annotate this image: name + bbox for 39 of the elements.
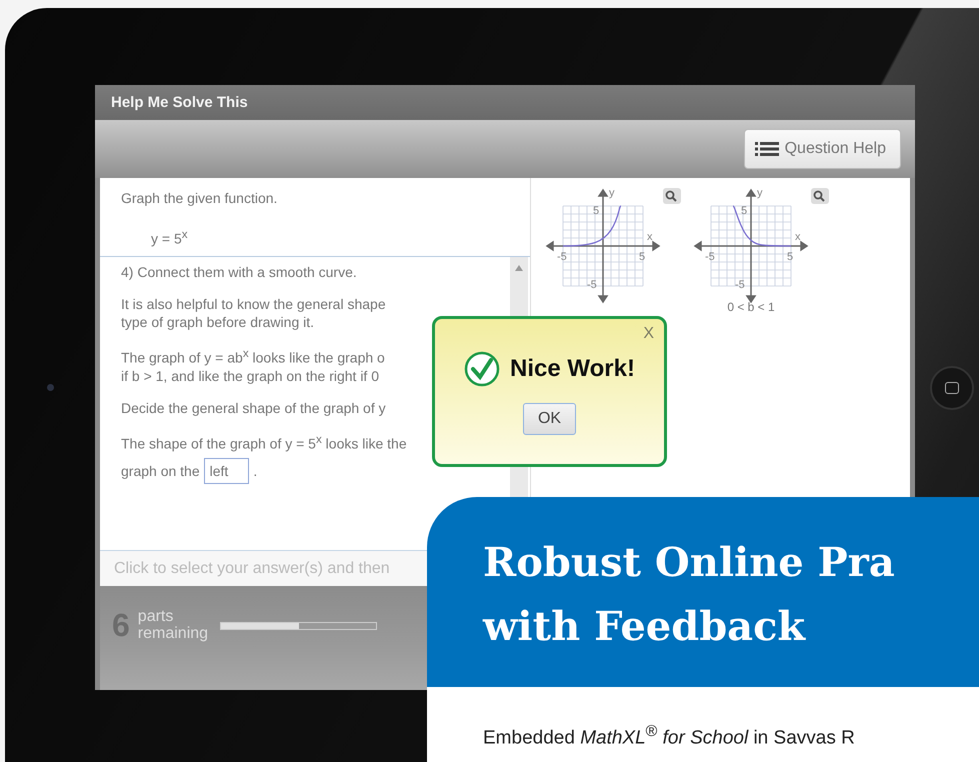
home-button[interactable] bbox=[930, 366, 974, 410]
tick-label: -5 bbox=[735, 279, 745, 291]
question-prompt: Graph the given function. bbox=[121, 190, 278, 206]
tick-label: 5 bbox=[593, 205, 600, 217]
feedback-message: Nice Work! bbox=[510, 355, 635, 383]
axis-label: y bbox=[609, 187, 614, 199]
axis-label: y bbox=[757, 187, 762, 199]
magnifier-icon[interactable] bbox=[811, 188, 829, 204]
help-paragraph: It is also helpful to know the general shape type of graph before drawing it. bbox=[121, 295, 386, 331]
equation: y = 5$^{x}$ bbox=[151, 228, 189, 247]
tick-label: 5 bbox=[787, 251, 794, 263]
help-paragraph: The graph of y = ab$^{x}$ looks like the graph o if b > 1, and like the graph on the right if 0 bbox=[121, 346, 385, 385]
checkmark-icon bbox=[464, 351, 500, 387]
answer-sentence: The shape of the graph of y = 5$^{x}$ looks like the bbox=[121, 432, 407, 452]
close-button[interactable]: X bbox=[643, 325, 654, 343]
ok-button[interactable]: OK bbox=[522, 403, 576, 435]
question-help-button[interactable]: Question Help bbox=[744, 129, 901, 169]
tick-label: -5 bbox=[705, 251, 715, 263]
help-paragraph: 4) Connect them with a smooth curve. bbox=[121, 263, 357, 281]
parts-label: parts remaining bbox=[138, 608, 208, 642]
answer-field[interactable]: left bbox=[204, 458, 250, 484]
magnifier-icon[interactable] bbox=[663, 188, 681, 204]
banner-heading: Robust Online Pra bbox=[483, 538, 896, 588]
window-title: Help Me Solve This bbox=[111, 94, 248, 111]
axis-label: x bbox=[647, 231, 652, 243]
banner-text: Embedded MathXL$^{®}$ for School in Savvas R bbox=[483, 723, 856, 750]
tick-label: 5 bbox=[741, 205, 748, 217]
graph-caption: 0 < b < 1 bbox=[727, 300, 775, 314]
tick-label: -5 bbox=[587, 279, 597, 291]
sentence-end: . bbox=[253, 462, 258, 480]
camera-dot bbox=[46, 384, 54, 391]
answer-sentence: graph on the bbox=[121, 462, 200, 480]
axis-label: x bbox=[795, 231, 800, 243]
banner-heading: with Feedback bbox=[483, 602, 807, 652]
list-icon bbox=[754, 141, 779, 157]
tick-label: -5 bbox=[557, 251, 567, 263]
help-paragraph: Decide the general shape of the graph of y bbox=[121, 398, 386, 417]
tick-label: 5 bbox=[639, 251, 646, 263]
instruction-text: Click to select your answer(s) and then bbox=[114, 560, 390, 578]
